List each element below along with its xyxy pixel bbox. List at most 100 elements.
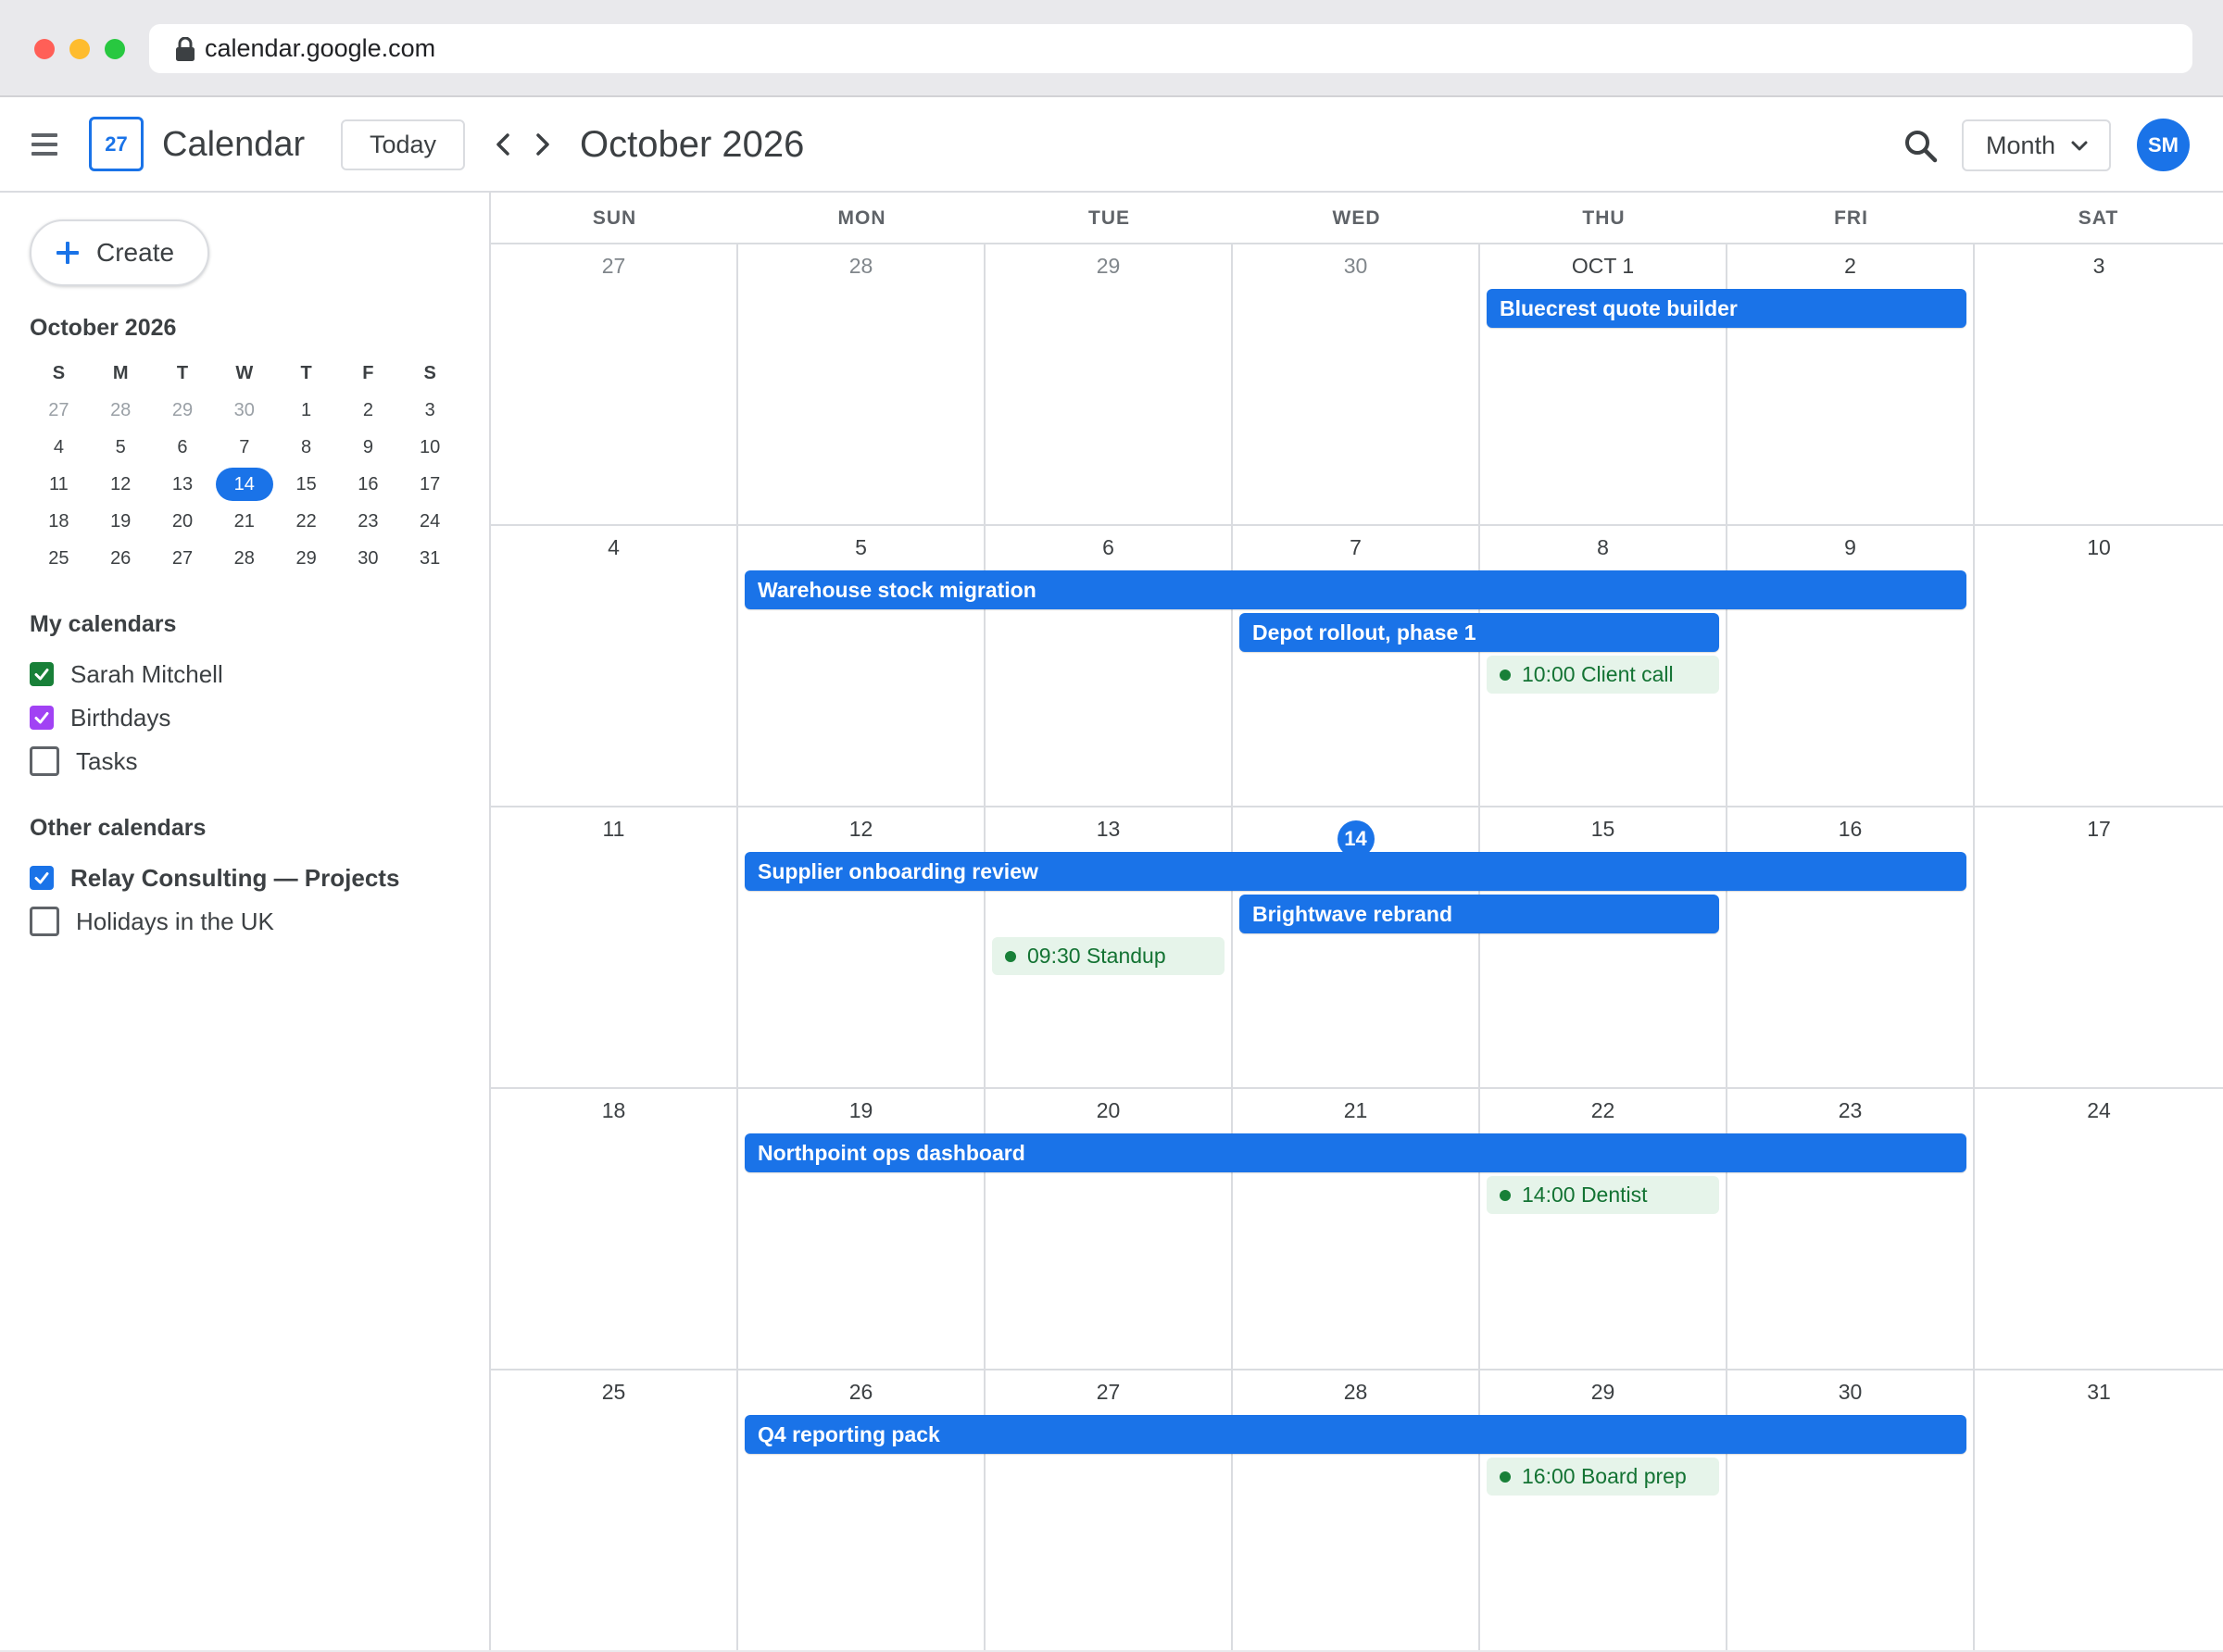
day-cell[interactable]: 7 xyxy=(1233,526,1480,806)
minimize-window-button[interactable] xyxy=(69,39,90,59)
calendar-toggle[interactable]: Holidays in the UK xyxy=(30,905,274,938)
day-cell[interactable]: 20 xyxy=(986,1089,1233,1369)
checkbox-checked[interactable] xyxy=(30,706,54,730)
calendar-toggle[interactable]: Tasks xyxy=(30,745,137,778)
day-cell[interactable]: 6 xyxy=(986,526,1233,806)
view-select[interactable]: Month xyxy=(1962,119,2111,171)
day-number[interactable]: 29 xyxy=(1480,1380,1726,1405)
day-number[interactable]: 23 xyxy=(1727,1098,1973,1123)
day-number[interactable]: 27 xyxy=(491,254,736,279)
day-number[interactable]: 18 xyxy=(491,1098,736,1123)
day-cell[interactable]: 2 xyxy=(1727,244,1975,524)
mini-day[interactable]: 15 xyxy=(275,466,337,503)
day-cell[interactable]: 27 xyxy=(491,244,738,524)
day-number[interactable]: 8 xyxy=(1480,535,1726,560)
day-number[interactable]: 25 xyxy=(491,1380,736,1405)
mini-day[interactable]: 28 xyxy=(213,540,275,577)
event-bar[interactable]: Brightwave rebrand xyxy=(1239,895,1719,933)
day-cell[interactable]: 17 xyxy=(1975,807,2223,1087)
day-cell[interactable]: 11 xyxy=(491,807,738,1087)
day-number[interactable]: 4 xyxy=(491,535,736,560)
event-chip[interactable]: 10:00 Client call xyxy=(1487,656,1719,694)
day-cell[interactable]: 15 xyxy=(1480,807,1727,1087)
day-cell[interactable]: 10 xyxy=(1975,526,2223,806)
day-number[interactable]: 27 xyxy=(986,1380,1231,1405)
checkbox-unchecked[interactable] xyxy=(30,746,59,776)
mini-day[interactable]: 7 xyxy=(213,429,275,466)
day-number[interactable]: 26 xyxy=(738,1380,984,1405)
mini-day[interactable]: 19 xyxy=(90,503,152,540)
mini-day[interactable]: 16 xyxy=(337,466,399,503)
calendar-toggle[interactable]: Relay Consulting — Projects xyxy=(30,861,399,895)
day-cell[interactable]: 24 xyxy=(1975,1089,2223,1369)
checkbox-unchecked[interactable] xyxy=(30,907,59,936)
day-cell[interactable]: 28 xyxy=(1233,1370,1480,1650)
checkbox-checked[interactable] xyxy=(30,662,54,686)
event-bar[interactable]: Bluecrest quote builder xyxy=(1487,289,1966,328)
event-chip[interactable]: 16:00 Board prep xyxy=(1487,1458,1719,1496)
day-number[interactable]: 31 xyxy=(1975,1380,2223,1405)
calendar-toggle[interactable]: Sarah Mitchell xyxy=(30,657,223,691)
day-cell[interactable]: 22 xyxy=(1480,1089,1727,1369)
close-window-button[interactable] xyxy=(34,39,55,59)
day-cell[interactable]: 9 xyxy=(1727,526,1975,806)
day-number[interactable]: 15 xyxy=(1480,817,1726,842)
event-bar[interactable]: Q4 reporting pack xyxy=(745,1415,1966,1454)
day-cell[interactable]: 29 xyxy=(986,244,1233,524)
mini-day[interactable]: 3 xyxy=(399,392,461,429)
day-cell[interactable]: 25 xyxy=(491,1370,738,1650)
event-chip[interactable]: 14:00 Dentist xyxy=(1487,1176,1719,1214)
mini-day[interactable]: 18 xyxy=(28,503,90,540)
mini-day[interactable]: 26 xyxy=(90,540,152,577)
day-number[interactable]: 20 xyxy=(986,1098,1231,1123)
day-number[interactable]: 11 xyxy=(491,817,736,842)
mini-day[interactable]: 1 xyxy=(275,392,337,429)
day-cell[interactable]: 28 xyxy=(738,244,986,524)
event-bar[interactable]: Depot rollout, phase 1 xyxy=(1239,613,1719,652)
mini-day[interactable]: 30 xyxy=(213,392,275,429)
day-number[interactable]: 5 xyxy=(738,535,984,560)
day-number[interactable]: 12 xyxy=(738,817,984,842)
day-number[interactable]: 22 xyxy=(1480,1098,1726,1123)
day-number[interactable]: 21 xyxy=(1233,1098,1478,1123)
maximize-window-button[interactable] xyxy=(105,39,125,59)
event-bar[interactable]: Warehouse stock migration xyxy=(745,570,1966,609)
day-number[interactable]: 6 xyxy=(986,535,1231,560)
day-number[interactable]: 3 xyxy=(1975,254,2223,279)
calendar-toggle[interactable]: Birthdays xyxy=(30,701,170,734)
day-number[interactable]: 30 xyxy=(1233,254,1478,279)
day-cell[interactable]: 12 xyxy=(738,807,986,1087)
mini-day[interactable]: 13 xyxy=(152,466,214,503)
mini-day[interactable]: 24 xyxy=(399,503,461,540)
day-number[interactable]: 28 xyxy=(738,254,984,279)
mini-day[interactable]: 11 xyxy=(28,466,90,503)
day-number[interactable]: 7 xyxy=(1233,535,1478,560)
day-cell[interactable]: 14 xyxy=(1233,807,1480,1087)
event-bar[interactable]: Supplier onboarding review xyxy=(745,852,1966,891)
day-cell[interactable]: 5 xyxy=(738,526,986,806)
day-cell[interactable]: OCT 1 xyxy=(1480,244,1727,524)
create-button[interactable]: Create xyxy=(30,219,209,286)
day-number[interactable]: 16 xyxy=(1727,817,1973,842)
mini-day[interactable]: 12 xyxy=(90,466,152,503)
mini-day[interactable]: 30 xyxy=(337,540,399,577)
mini-day[interactable]: 4 xyxy=(28,429,90,466)
mini-day[interactable]: 5 xyxy=(90,429,152,466)
chevron-left-icon[interactable] xyxy=(487,128,521,161)
mini-day[interactable]: 9 xyxy=(337,429,399,466)
search-icon[interactable] xyxy=(1903,129,1939,164)
day-cell[interactable]: 29 xyxy=(1480,1370,1727,1650)
day-cell[interactable]: 23 xyxy=(1727,1089,1975,1369)
day-number[interactable]: 29 xyxy=(986,254,1231,279)
mini-day[interactable]: 6 xyxy=(152,429,214,466)
mini-day[interactable]: 23 xyxy=(337,503,399,540)
mini-day[interactable]: 25 xyxy=(28,540,90,577)
day-cell[interactable]: 19 xyxy=(738,1089,986,1369)
menu-icon[interactable] xyxy=(30,131,61,158)
today-button[interactable]: Today xyxy=(341,119,465,170)
mini-day[interactable]: 17 xyxy=(399,466,461,503)
event-bar[interactable]: Northpoint ops dashboard xyxy=(745,1133,1966,1172)
day-number[interactable]: OCT 1 xyxy=(1480,254,1726,279)
day-cell[interactable]: 16 xyxy=(1727,807,1975,1087)
mini-day[interactable]: 22 xyxy=(275,503,337,540)
